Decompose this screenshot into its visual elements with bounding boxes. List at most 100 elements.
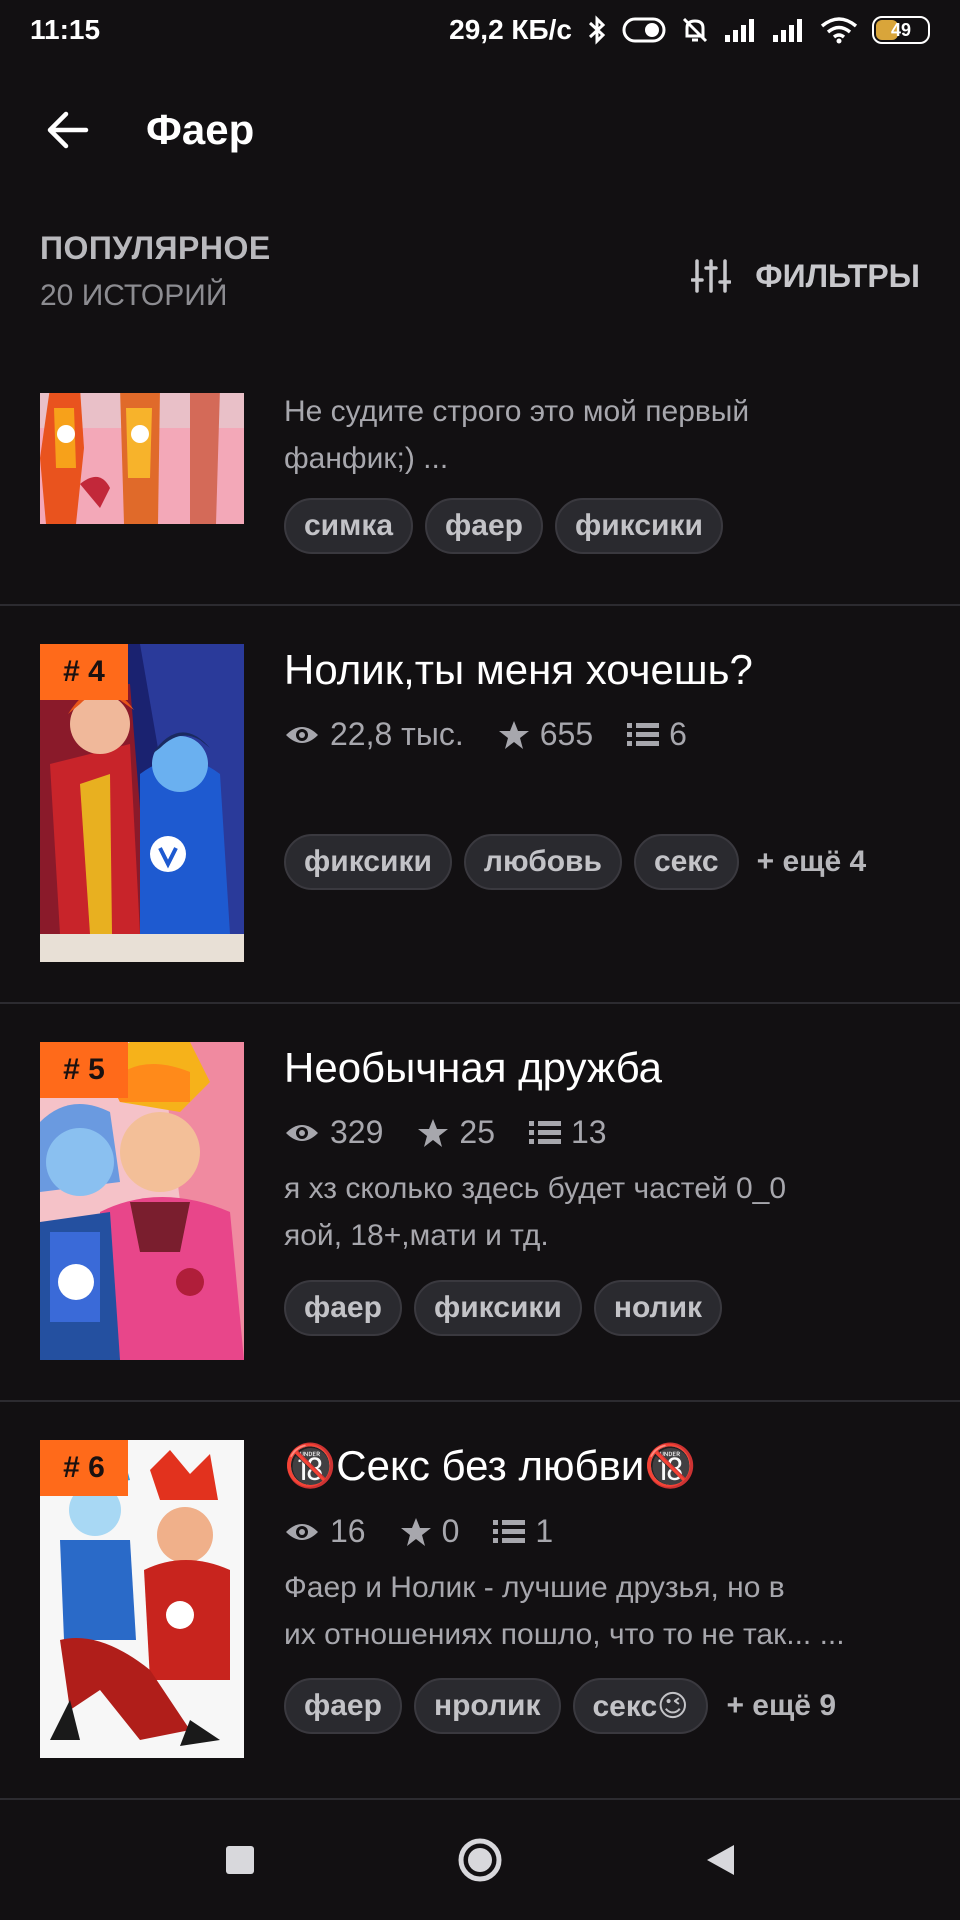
tag-chip[interactable]: симка: [284, 498, 414, 554]
list-icon: [528, 1120, 561, 1144]
parts-count: 1: [535, 1513, 554, 1549]
toggle-icon: [622, 17, 666, 43]
signal-icon-2: [772, 17, 806, 43]
rank-badge: # 5: [40, 1042, 128, 1098]
stars-stat: 0: [400, 1513, 460, 1550]
description-line: яой, 18+,мати и тд.: [284, 1219, 549, 1252]
story-description: Фаер и Нолик - лучшие друзья, но в их от…: [284, 1564, 930, 1658]
story-description: я хз сколько здесь будет частей 0_0 яой,…: [284, 1165, 930, 1259]
tag-chip[interactable]: фаер: [284, 1280, 402, 1336]
battery-percent: 49: [890, 19, 912, 40]
back-button[interactable]: [28, 90, 108, 170]
list-icon: [493, 1519, 526, 1543]
story-info: Необычная дружба 329 25 13 я хз сколько …: [284, 1044, 930, 1336]
story-title: Необычная дружба: [284, 1044, 663, 1091]
filters-button[interactable]: ФИЛЬТРЫ: [691, 254, 920, 298]
tag-chip[interactable]: фаер: [425, 498, 543, 554]
eye-icon: [286, 1124, 318, 1141]
story-stats: 16 0 1: [284, 1513, 930, 1550]
description-line: их отношениях пошло, что то не так... ..…: [284, 1618, 845, 1651]
battery-icon: 49: [872, 16, 930, 44]
story-info: Не судите строго это мой первый фанфик;)…: [284, 388, 930, 554]
more-tags[interactable]: + ещё 9: [726, 1689, 836, 1723]
tag-list: фиксики любовь секс + ещё 4: [284, 834, 866, 890]
tag-chip[interactable]: секс: [633, 834, 739, 890]
views-count: 16: [330, 1513, 366, 1549]
more-tags[interactable]: + ещё 4: [757, 845, 867, 879]
tag-list: симка фаер фиксики: [284, 498, 723, 554]
story-title: Нолик,ты меня хочешь?: [284, 646, 753, 693]
story-count: 20 ИСТОРИЙ: [40, 279, 228, 312]
app-bar: Фаер: [0, 60, 960, 200]
stars-count: 25: [459, 1114, 495, 1150]
parts-stat: 13: [528, 1114, 607, 1151]
story-cover: [40, 388, 244, 524]
section-title: ПОПУЛЯРНОЕ: [40, 230, 271, 266]
tag-chip[interactable]: фиксики: [284, 834, 452, 890]
story-info: Нолик,ты меня хочешь? 22,8 тыс. 655 6 фи…: [284, 646, 930, 890]
tag-chip[interactable]: фиксики: [413, 1280, 582, 1336]
story-stats: 329 25 13: [284, 1114, 930, 1151]
tag-chip[interactable]: нолик: [593, 1280, 723, 1336]
parts-stat: 1: [493, 1513, 553, 1550]
description-line: Фаер и Нолик - лучшие друзья, но в: [284, 1571, 785, 1604]
story-title: 🔞Секс без любви🔞: [284, 1442, 697, 1489]
story-item[interactable]: Не судите строго это мой первый фанфик;)…: [0, 388, 960, 606]
stars-count: 655: [539, 716, 594, 752]
list-icon: [627, 722, 660, 746]
parts-count: 13: [570, 1114, 607, 1150]
tag-list: фаер фиксики нолик: [284, 1280, 723, 1336]
tag-chip[interactable]: нролик: [413, 1678, 561, 1734]
parts-count: 6: [669, 716, 687, 752]
star-icon: [418, 1118, 449, 1147]
star-icon: [400, 1517, 431, 1546]
tag-chip[interactable]: секс😉: [572, 1678, 709, 1734]
network-speed: 29,2 КБ/с: [449, 14, 572, 45]
status-icons: 29,2 КБ/с 49: [449, 14, 930, 46]
story-list: Не судите строго это мой первый фанфик;)…: [0, 388, 960, 1800]
back-nav-button[interactable]: [690, 1830, 750, 1890]
story-description: Не судите строго это мой первый фанфик;)…: [284, 395, 750, 475]
tag-chip[interactable]: фаер: [284, 1678, 402, 1734]
star-icon: [498, 720, 529, 749]
wifi-icon: [820, 16, 858, 44]
stars-count: 0: [441, 1513, 460, 1549]
section-titles: ПОПУЛЯРНОЕ 20 ИСТОРИЙ: [40, 230, 271, 340]
tag-list: фаер нролик секс😉 + ещё 9: [284, 1678, 836, 1734]
section-header: ПОПУЛЯРНОЕ 20 ИСТОРИЙ ФИЛЬТРЫ: [0, 230, 960, 340]
story-cover: # 5: [40, 1042, 244, 1360]
views-stat: 16: [284, 1513, 366, 1550]
story-stats: 22,8 тыс. 655 6: [284, 716, 930, 753]
parts-stat: 6: [627, 716, 687, 753]
story-cover: # 6: [40, 1440, 244, 1758]
story-item[interactable]: # 4 Нолик,ты меня хочешь? 22,8 тыс. 655 …: [0, 606, 960, 1004]
bluetooth-icon: [586, 15, 608, 45]
story-item[interactable]: # 6 🔞Секс без любви🔞 16 0 1 Фаер и Нолик…: [0, 1402, 960, 1800]
list-top-edge: [0, 385, 960, 393]
stars-stat: 25: [417, 1114, 495, 1151]
filters-label: ФИЛЬТРЫ: [755, 257, 920, 294]
page-title: Фаер: [146, 106, 255, 153]
tag-chip[interactable]: фиксики: [554, 498, 723, 554]
description-line: я хз сколько здесь будет частей 0_0: [284, 1172, 787, 1205]
story-item[interactable]: # 5 Необычная дружба 329 25 13 я хз скол…: [0, 1004, 960, 1402]
status-bar: 11:15 29,2 КБ/с 49: [0, 0, 960, 60]
system-nav-bar: [0, 1800, 960, 1920]
tag-chip[interactable]: любовь: [463, 834, 622, 890]
recents-button[interactable]: [210, 1830, 270, 1890]
rank-badge: # 4: [40, 644, 128, 700]
stars-stat: 655: [498, 716, 593, 753]
views-stat: 22,8 тыс.: [284, 716, 464, 753]
views-count: 329: [330, 1114, 384, 1150]
eye-icon: [286, 1523, 318, 1540]
story-info: 🔞Секс без любви🔞 16 0 1 Фаер и Нолик - л…: [284, 1442, 930, 1734]
rank-badge: # 6: [40, 1440, 128, 1496]
signal-icon: [724, 17, 758, 43]
triangle-back-nav-icon: [707, 1845, 734, 1875]
square-nav-icon: [226, 1846, 254, 1874]
views-stat: 329: [284, 1114, 383, 1151]
views-count: 22,8 тыс.: [330, 716, 464, 752]
mute-icon: [680, 15, 710, 45]
back-arrow-icon: [47, 111, 89, 149]
home-button[interactable]: [450, 1830, 510, 1890]
